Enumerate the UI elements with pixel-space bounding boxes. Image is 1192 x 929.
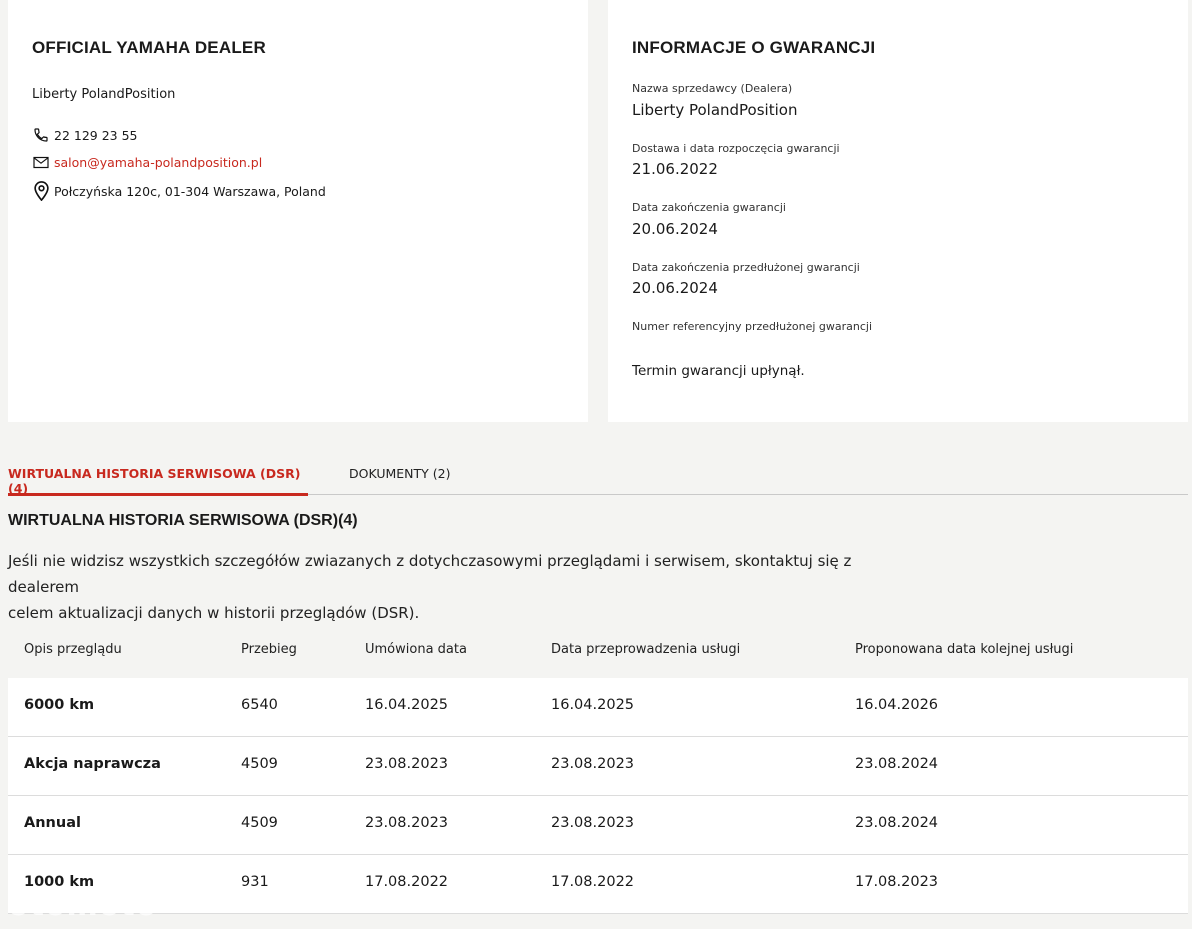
table-cell: 16.04.2026 [855, 697, 939, 713]
history-tabs: WIRTUALNA HISTORIA SERWISOWA (DSR) (4) D… [8, 458, 1188, 496]
table-cell: 23.08.2024 [855, 756, 939, 772]
table-cell: 23.08.2024 [855, 815, 939, 831]
column-header: Przebieg [241, 642, 297, 657]
warranty-status-note: Termin gwarancji upłynął. [632, 363, 805, 379]
description-line-2: celem aktualizacji danych w historii prz… [8, 604, 420, 622]
table-cell: 6000 km [24, 697, 95, 713]
table-cell: 17.08.2022 [365, 874, 449, 890]
table-cell: 23.08.2023 [365, 815, 449, 831]
warranty-card: INFORMACJE O GWARANCJI Nazwa sprzedawcy … [608, 0, 1188, 422]
table-cell: 16.04.2025 [365, 697, 449, 713]
dealer-phone-row[interactable]: 22 129 23 55 [32, 126, 138, 144]
dealer-email-link[interactable]: salon@yamaha-polandposition.pl [54, 155, 262, 170]
mail-icon [32, 153, 50, 171]
tab-documents[interactable]: DOKUMENTY (2) [349, 466, 450, 493]
warranty-start-label: Dostawa i data rozpoczęcia gwarancji [632, 142, 840, 155]
dealer-phone: 22 129 23 55 [54, 127, 138, 143]
service-history-table: Opis przeglądu Przebieg Umówiona data Da… [8, 628, 1188, 914]
column-header: Opis przeglądu [24, 642, 122, 657]
table-row: Annual 4509 23.08.2023 23.08.2023 23.08.… [8, 796, 1188, 855]
dealer-email-row[interactable]: salon@yamaha-polandposition.pl [32, 153, 262, 171]
dealer-address-row: Połczyńska 120c, 01-304 Warszawa, Poland [32, 181, 326, 201]
table-cell: 23.08.2023 [551, 815, 635, 831]
table-header: Opis przeglądu Przebieg Umówiona data Da… [8, 628, 1188, 678]
tab-service-history[interactable]: WIRTUALNA HISTORIA SERWISOWA (DSR) (4) [8, 466, 308, 496]
seller-value: Liberty PolandPosition [632, 101, 798, 119]
table-row: 1000 km 931 17.08.2022 17.08.2022 17.08.… [8, 855, 1188, 914]
dealer-address: Połczyńska 120c, 01-304 Warszawa, Poland [54, 183, 326, 199]
extended-warranty-end-label: Data zakończenia przedłużonej gwarancji [632, 261, 860, 274]
table-cell: 6540 [241, 697, 278, 713]
column-header: Data przeprowadzenia usługi [551, 642, 741, 657]
table-cell: Akcja naprawcza [24, 756, 161, 772]
warranty-start-value: 21.06.2022 [632, 160, 718, 178]
dealer-name: Liberty PolandPosition [32, 87, 176, 102]
table-cell: Annual [24, 815, 81, 831]
table-cell: 4509 [241, 756, 278, 772]
history-description: Jeśli nie widzisz wszystkich szczegółów … [8, 548, 908, 626]
table-row: Akcja naprawcza 4509 23.08.2023 23.08.20… [8, 737, 1188, 796]
table-cell: 931 [241, 874, 269, 890]
phone-icon [32, 126, 50, 144]
table-cell: 4509 [241, 815, 278, 831]
dealer-title: OFFICIAL YAMAHA DEALER [32, 38, 266, 57]
table-cell: 17.08.2022 [551, 874, 635, 890]
table-cell: 17.08.2023 [855, 874, 939, 890]
section-title: WIRTUALNA HISTORIA SERWISOWA (DSR)(4) [8, 512, 358, 529]
extended-warranty-end-value: 20.06.2024 [632, 279, 718, 297]
column-header: Umówiona data [365, 642, 467, 657]
dealer-card: OFFICIAL YAMAHA DEALER Liberty PolandPos… [8, 0, 588, 422]
extended-warranty-ref-label: Numer referencyjny przedłużonej gwarancj… [632, 320, 873, 333]
column-header: Proponowana data kolejnej usługi [855, 642, 1074, 657]
table-cell: 23.08.2023 [551, 756, 635, 772]
table-cell: 23.08.2023 [365, 756, 449, 772]
description-line-1: Jeśli nie widzisz wszystkich szczegółów … [8, 552, 852, 596]
warranty-title: INFORMACJE O GWARANCJI [632, 38, 876, 57]
warranty-end-value: 20.06.2024 [632, 220, 718, 238]
table-row: 6000 km 6540 16.04.2025 16.04.2025 16.04… [8, 678, 1188, 737]
warranty-end-label: Data zakończenia gwarancji [632, 201, 786, 214]
seller-label: Nazwa sprzedawcy (Dealera) [632, 82, 793, 95]
watermark-logo: otomoto [8, 888, 158, 923]
location-pin-icon [32, 181, 50, 201]
table-cell: 16.04.2025 [551, 697, 635, 713]
